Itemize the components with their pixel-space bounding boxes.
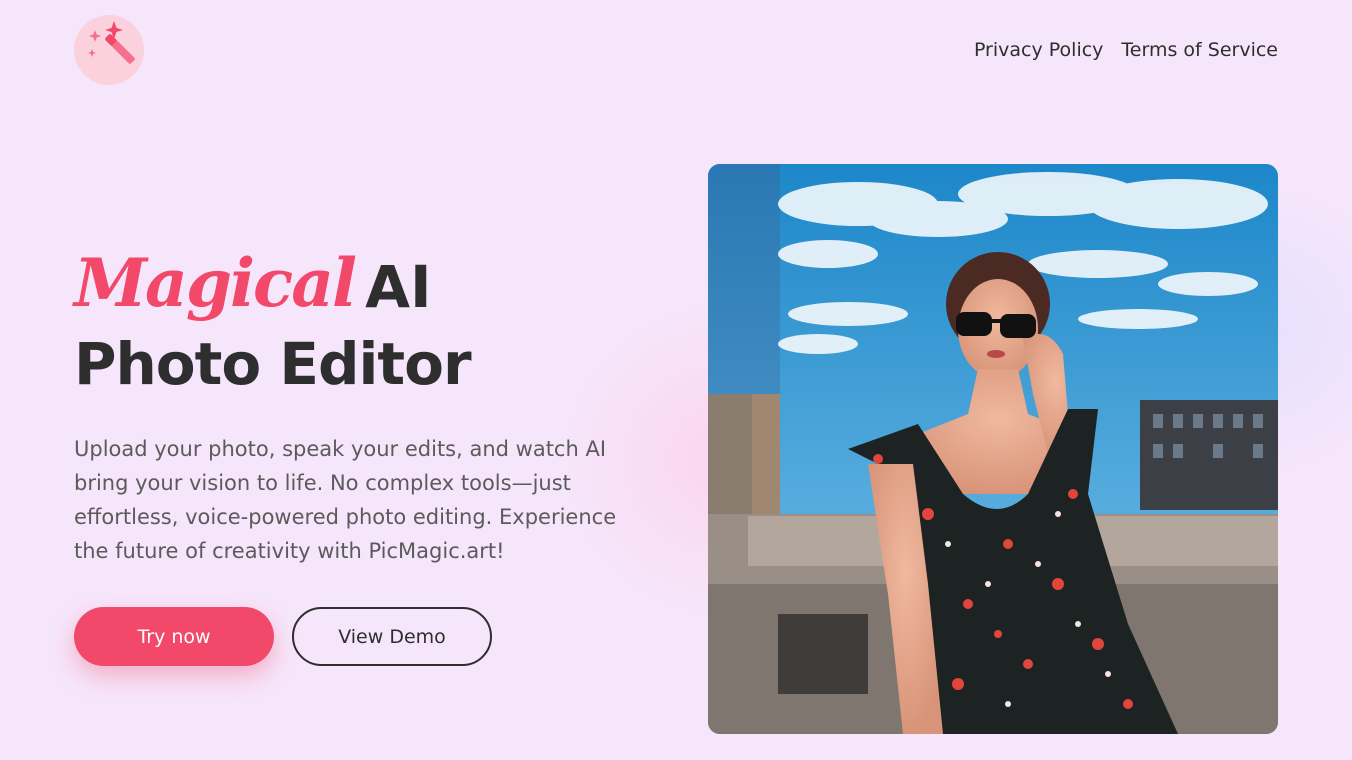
hero-title-ai: AI [365,253,432,321]
hero-title-line1: Magical AI [74,228,654,328]
hero-title: Magical AI Photo Editor [74,228,654,400]
hero-description: Upload your photo, speak your edits, and… [74,437,617,563]
view-demo-button[interactable]: View Demo [292,607,492,666]
portrait-photo-image [708,164,1278,734]
site-header: Privacy Policy Terms of Service [0,0,1352,100]
hero-photo [708,164,1278,734]
hero-text: Magical AI Photo Editor Upload your phot… [74,228,654,568]
nav-link-privacy-policy[interactable]: Privacy Policy [974,36,1103,64]
hero-title-line2: Photo Editor [74,330,472,398]
logo[interactable] [74,15,144,85]
magic-wand-icon [88,21,135,64]
top-nav: Privacy Policy Terms of Service [974,36,1278,64]
hero-title-highlight: Magical [74,244,357,322]
nav-link-terms-of-service[interactable]: Terms of Service [1121,36,1278,64]
hero-buttons: Try now View Demo [74,607,492,666]
try-now-button[interactable]: Try now [74,607,274,666]
